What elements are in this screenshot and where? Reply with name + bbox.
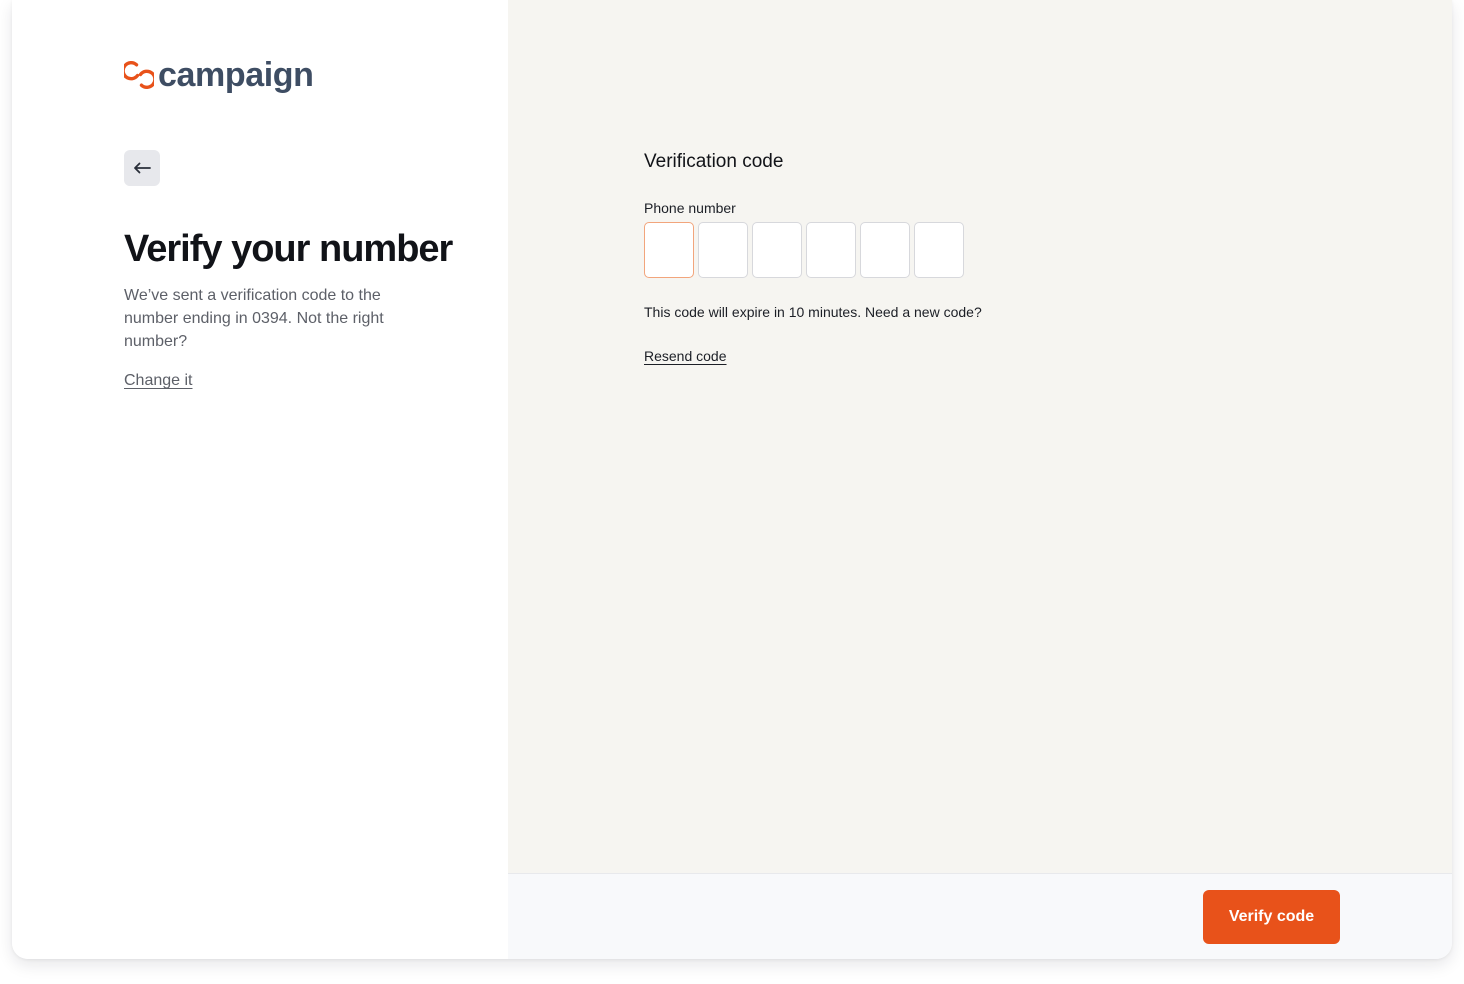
logo-text: campaign	[158, 56, 314, 94]
back-button[interactable]	[124, 150, 160, 186]
code-digit-input-6[interactable]	[914, 222, 964, 278]
footer-bar: Verify code	[508, 873, 1452, 959]
code-digit-input-5[interactable]	[860, 222, 910, 278]
page-title: Verify your number	[124, 228, 453, 270]
code-digit-input-4[interactable]	[806, 222, 856, 278]
change-number-link[interactable]: Change it	[124, 370, 193, 392]
section-title: Verification code	[644, 151, 784, 172]
verification-card: campaign Verify your number We’ve sent a…	[12, 0, 1452, 959]
logo: campaign	[124, 58, 314, 92]
right-panel: Verification code Phone number This code…	[508, 0, 1452, 959]
code-digit-input-3[interactable]	[752, 222, 802, 278]
description-text: We’ve sent a verification code to the nu…	[124, 287, 384, 350]
code-digit-input-1[interactable]	[644, 222, 694, 278]
code-digit-input-2[interactable]	[698, 222, 748, 278]
code-input-group	[644, 222, 964, 278]
resend-code-link[interactable]: Resend code	[644, 347, 727, 365]
field-label: Phone number	[644, 200, 736, 216]
left-panel: campaign Verify your number We’ve sent a…	[12, 0, 508, 959]
expire-text: This code will expire in 10 minutes. Nee…	[644, 304, 982, 320]
arrow-left-icon	[134, 162, 151, 174]
campaign-logo-icon	[124, 61, 154, 89]
verify-code-button[interactable]: Verify code	[1203, 890, 1340, 944]
